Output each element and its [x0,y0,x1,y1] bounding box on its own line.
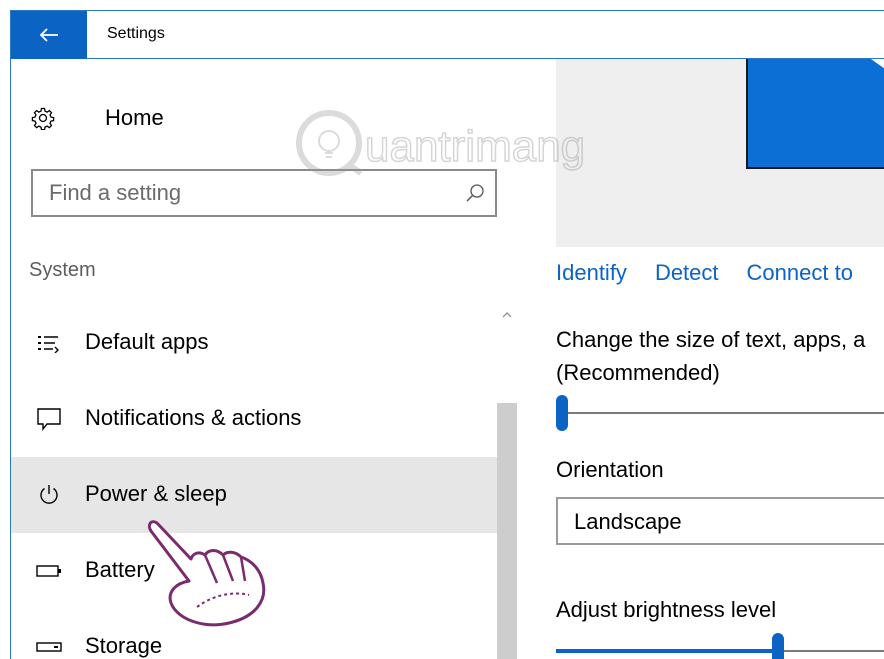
back-arrow-icon [39,28,58,42]
window-title: Settings [107,25,165,42]
brightness-label: Adjust brightness level [556,597,777,622]
scale-slider[interactable] [556,395,884,431]
display-preview [556,59,884,247]
sidebar-item-default-apps[interactable]: Default apps [11,305,497,381]
storage-icon [35,634,63,659]
orientation-value: Landscape [574,509,682,534]
orientation-dropdown[interactable]: Landscape [556,497,884,545]
identify-link[interactable]: Identify [556,260,627,285]
detect-link[interactable]: Detect [655,260,719,285]
scale-text-line2: (Recommended) [556,360,720,385]
settings-window: Settings Home System Def [10,10,884,659]
search-input[interactable] [33,171,453,215]
slider-track [556,412,884,414]
connect-link[interactable]: Connect to [747,260,853,285]
slider-thumb[interactable] [556,395,568,431]
title-bar: Settings [11,11,884,59]
monitor-corner [871,59,884,69]
notification-icon [35,406,63,432]
sidebar-item-battery[interactable]: Battery [11,533,497,609]
gear-icon [31,106,65,130]
sidebar-item-storage[interactable]: Storage [11,609,497,659]
slider-fill [556,649,772,653]
sidebar-item-label: Power & sleep [85,481,227,506]
search-icon[interactable] [465,183,485,203]
sidebar-item-label: Notifications & actions [85,405,302,430]
monitor-tile[interactable] [746,59,884,169]
display-links: Identify Detect Connect to [556,260,881,286]
slider-thumb[interactable] [772,633,784,659]
watermark-text: uantrimang [365,122,585,171]
sidebar-item-label: Default apps [85,329,209,354]
back-button[interactable] [11,11,87,59]
home-nav-item[interactable]: Home [31,103,164,133]
power-icon [35,482,63,508]
sidebar-item-notifications[interactable]: Notifications & actions [11,381,497,457]
scroll-up-arrow-icon[interactable] [497,305,517,325]
section-label: System [29,259,96,281]
brightness-slider[interactable] [556,633,884,659]
battery-icon [35,558,63,584]
home-label: Home [105,105,164,130]
sidebar-scrollbar[interactable] [497,305,517,659]
default-apps-icon [35,330,63,356]
search-box[interactable] [31,169,497,217]
scale-description: Change the size of text, apps, a (Recomm… [556,323,865,389]
sidebar-item-power-sleep[interactable]: Power & sleep [11,457,497,533]
scrollbar-thumb[interactable] [497,403,517,659]
sidebar-item-label: Storage [85,633,163,658]
sidebar-item-label: Battery [85,557,155,582]
scale-text-line1: Change the size of text, apps, a [556,327,866,352]
orientation-label: Orientation [556,457,664,482]
